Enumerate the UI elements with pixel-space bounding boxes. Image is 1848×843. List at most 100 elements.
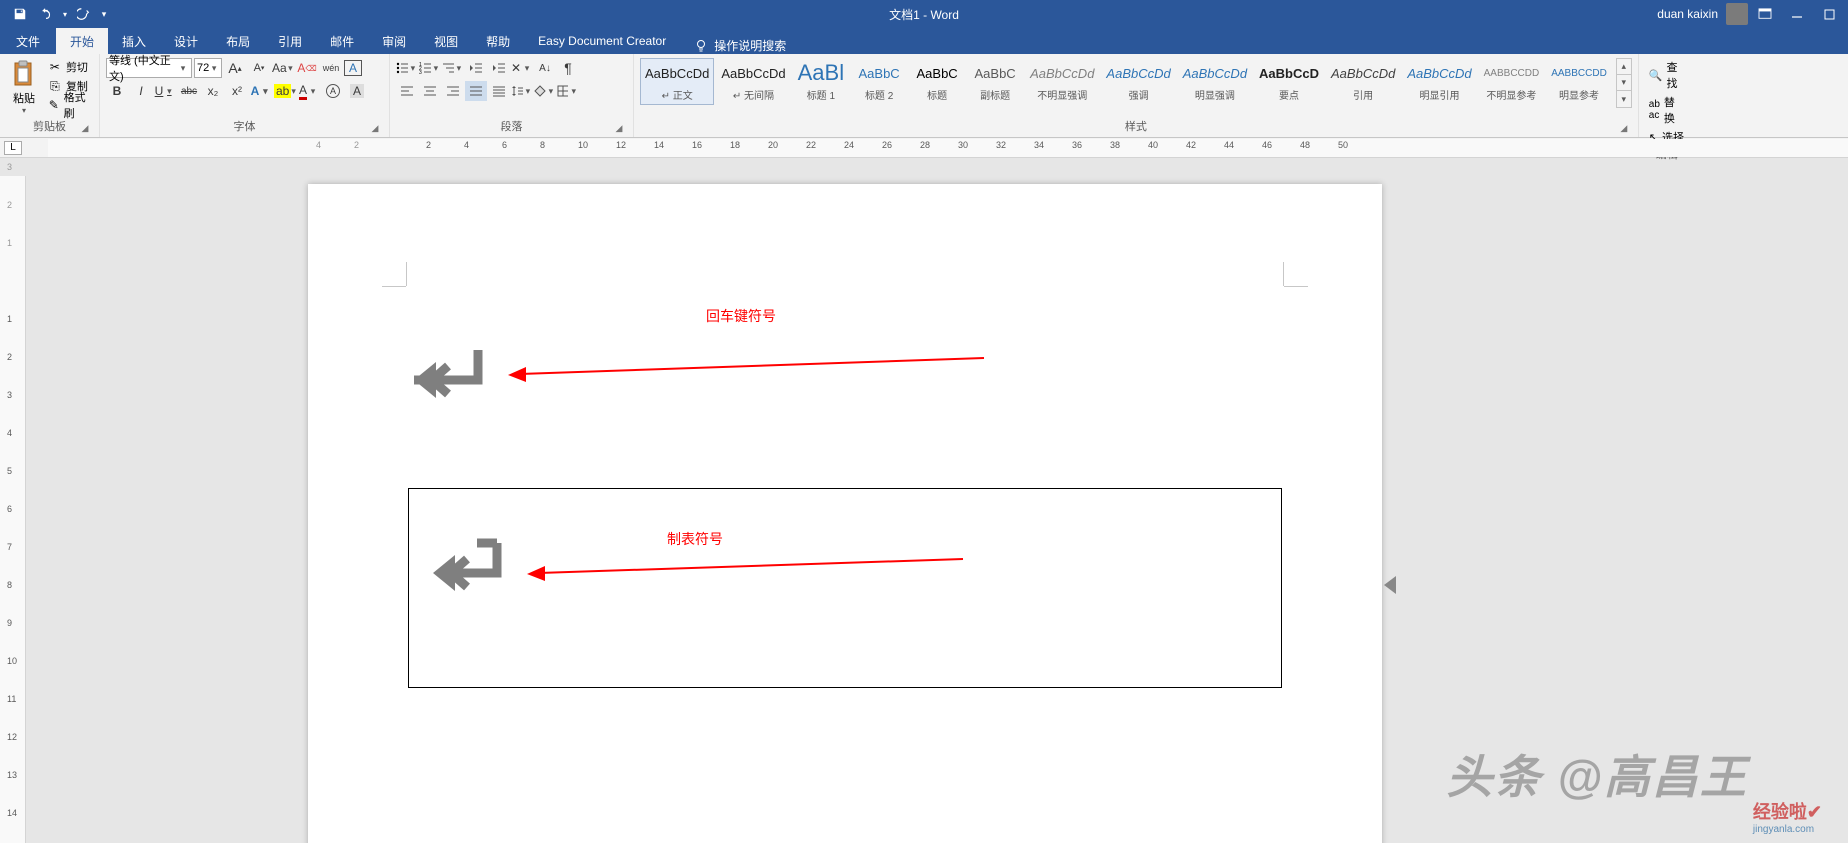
- style-item[interactable]: AaBbC副标题: [967, 58, 1023, 105]
- styles-gallery[interactable]: AaBbCcDd↵ 正文AaBbCcDd↵ 无间隔AaBl标题 1AaBbC标题…: [640, 58, 1632, 114]
- justify-button[interactable]: [465, 81, 487, 101]
- font-launcher-icon[interactable]: ◢: [369, 123, 381, 135]
- avatar[interactable]: [1726, 3, 1748, 25]
- style-more-icon[interactable]: ▾: [1617, 91, 1631, 107]
- strike-button[interactable]: abc: [178, 81, 200, 101]
- circled-char-button[interactable]: A: [322, 81, 344, 101]
- redo-icon[interactable]: [72, 2, 96, 26]
- superscript-button[interactable]: x²: [226, 81, 248, 101]
- phonetic-button[interactable]: wén: [320, 58, 342, 78]
- font-group-label: 字体◢: [106, 118, 383, 137]
- align-center-button[interactable]: [419, 81, 441, 101]
- paragraph-launcher-icon[interactable]: ◢: [613, 123, 625, 135]
- tab-insert[interactable]: 插入: [108, 28, 160, 54]
- bullets-button[interactable]: ▾: [396, 58, 418, 78]
- clipboard-launcher-icon[interactable]: ◢: [79, 123, 91, 135]
- style-item[interactable]: AaBbCcDd明显强调: [1178, 58, 1252, 105]
- style-item[interactable]: AaBbCcDd明显引用: [1402, 58, 1476, 105]
- borders-button[interactable]: ▾: [557, 81, 579, 101]
- tab-view[interactable]: 视图: [420, 28, 472, 54]
- multilevel-button[interactable]: ▾: [442, 58, 464, 78]
- page[interactable]: 回车键符号 制表符号: [308, 184, 1382, 843]
- style-scroll-icon[interactable]: ▾: [1617, 75, 1631, 91]
- change-case-button[interactable]: Aa▾: [272, 58, 294, 78]
- style-item[interactable]: AaBbCcDd强调: [1101, 58, 1175, 105]
- style-item[interactable]: AaBbCcDd↵ 无间隔: [716, 58, 790, 105]
- asian-layout-button[interactable]: ✕▾: [511, 58, 533, 78]
- grow-font-button[interactable]: A▴: [224, 58, 246, 78]
- scissors-icon: ✂: [48, 60, 62, 74]
- ruler-tick: 7: [7, 542, 12, 552]
- char-shading-button[interactable]: A: [346, 81, 368, 101]
- tab-selector[interactable]: L: [4, 141, 22, 155]
- underline-button[interactable]: U▾: [154, 81, 176, 101]
- style-item[interactable]: AaBbC标题: [909, 58, 965, 105]
- font-size-combo[interactable]: 72▾: [194, 58, 222, 78]
- window-title: 文档1 - Word: [889, 6, 959, 23]
- tab-layout[interactable]: 布局: [212, 28, 264, 54]
- tab-symbol-box: 制表符号: [408, 488, 1282, 688]
- line-spacing-button[interactable]: ▾: [511, 81, 533, 101]
- shading-button[interactable]: ▾: [534, 81, 556, 101]
- increase-indent-button[interactable]: [488, 58, 510, 78]
- font-color-button[interactable]: A▾: [298, 81, 320, 101]
- sort-button[interactable]: A↓: [534, 58, 556, 78]
- tab-home[interactable]: 开始: [56, 28, 108, 54]
- style-item[interactable]: AaBbC标题 2: [851, 58, 907, 105]
- group-paragraph: ▾ 123▾ ▾ ✕▾ A↓ ¶ ▾ ▾ ▾ 段落◢: [390, 54, 634, 137]
- style-name: 明显强调: [1183, 87, 1247, 102]
- style-item[interactable]: AaBbCcDd引用: [1326, 58, 1400, 105]
- tab-edc[interactable]: Easy Document Creator: [524, 28, 680, 54]
- style-item[interactable]: AaBbCcDd不明显强调: [1025, 58, 1099, 105]
- user-name: duan kaixin: [1657, 7, 1718, 21]
- ribbon-options-icon[interactable]: [1750, 2, 1780, 26]
- styles-launcher-icon[interactable]: ◢: [1618, 123, 1630, 135]
- clear-format-button[interactable]: A⌫: [296, 58, 318, 78]
- style-item[interactable]: AaBl标题 1: [793, 58, 849, 105]
- paste-button[interactable]: 粘贴 ▾: [6, 58, 42, 115]
- style-item[interactable]: AaBbCcDd↵ 正文: [640, 58, 714, 105]
- text-effects-button[interactable]: A▾: [250, 81, 272, 101]
- tab-review[interactable]: 审阅: [368, 28, 420, 54]
- style-name: 明显引用: [1407, 87, 1471, 102]
- align-left-button[interactable]: [396, 81, 418, 101]
- show-marks-button[interactable]: ¶: [557, 58, 579, 78]
- vertical-ruler[interactable]: 3211234567891011121314: [0, 176, 26, 843]
- tab-help[interactable]: 帮助: [472, 28, 524, 54]
- bold-button[interactable]: B: [106, 81, 128, 101]
- align-right-button[interactable]: [442, 81, 464, 101]
- style-name: 明显参考: [1551, 87, 1607, 102]
- replace-button[interactable]: abac替换: [1645, 93, 1689, 127]
- page-viewport[interactable]: 回车键符号 制表符号: [26, 176, 1848, 843]
- highlight-button[interactable]: ab▾: [274, 81, 296, 101]
- minimize-icon[interactable]: [1782, 2, 1812, 26]
- numbering-button[interactable]: 123▾: [419, 58, 441, 78]
- cut-button[interactable]: ✂剪切: [46, 58, 93, 76]
- distribute-button[interactable]: [488, 81, 510, 101]
- horizontal-ruler[interactable]: 4224681012141618202224262830323436384042…: [48, 139, 1848, 157]
- tab-references[interactable]: 引用: [264, 28, 316, 54]
- style-preview: AaBbCcDd: [721, 61, 785, 85]
- customize-qat-icon[interactable]: ▾: [98, 2, 110, 26]
- italic-button[interactable]: I: [130, 81, 152, 101]
- decrease-indent-button[interactable]: [465, 58, 487, 78]
- find-button[interactable]: 🔍查找: [1645, 58, 1689, 92]
- undo-dropdown-icon[interactable]: ▾: [60, 2, 70, 26]
- font-name-combo[interactable]: 等线 (中文正文)▾: [106, 58, 192, 78]
- tab-file[interactable]: 文件: [0, 28, 56, 54]
- tab-design[interactable]: 设计: [160, 28, 212, 54]
- undo-icon[interactable]: [34, 2, 58, 26]
- tell-me-search[interactable]: 操作说明搜索: [694, 37, 786, 54]
- style-item[interactable]: AABBCCDD不明显参考: [1479, 58, 1545, 105]
- char-border-button[interactable]: A: [344, 60, 362, 76]
- style-item[interactable]: AABBCCDD明显参考: [1546, 58, 1612, 105]
- shrink-font-button[interactable]: A▾: [248, 58, 270, 78]
- style-scroll-icon[interactable]: ▴: [1617, 59, 1631, 75]
- format-painter-button[interactable]: ✎格式刷: [46, 96, 93, 114]
- subscript-button[interactable]: x₂: [202, 81, 224, 101]
- ruler-tick: 24: [844, 140, 854, 150]
- save-icon[interactable]: [8, 2, 32, 26]
- maximize-icon[interactable]: [1814, 2, 1844, 26]
- style-item[interactable]: AaBbCcD要点: [1254, 58, 1324, 105]
- tab-mailings[interactable]: 邮件: [316, 28, 368, 54]
